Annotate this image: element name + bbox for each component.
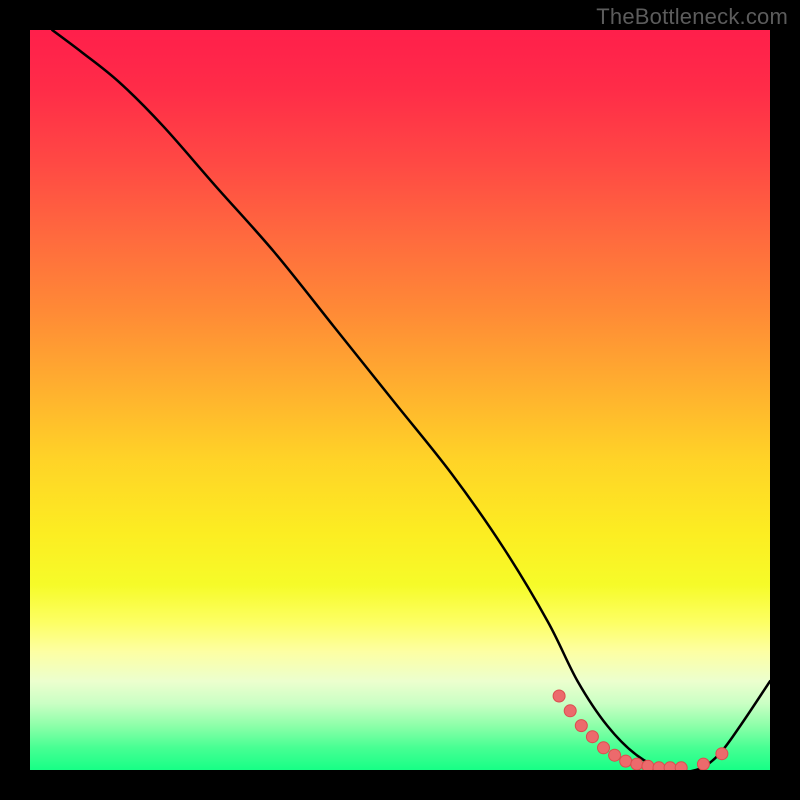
- marker-dot: [609, 749, 621, 761]
- marker-dot: [575, 720, 587, 732]
- marker-dot: [697, 758, 709, 770]
- marker-dot: [553, 690, 565, 702]
- marker-dot: [642, 760, 654, 770]
- marker-dot: [620, 755, 632, 767]
- marker-dot: [716, 748, 728, 760]
- marker-dot: [664, 762, 676, 770]
- marker-dot: [675, 762, 687, 770]
- chart-frame: TheBottleneck.com: [0, 0, 800, 800]
- plot-area: [30, 30, 770, 770]
- marker-dot: [631, 758, 643, 770]
- bottleneck-curve: [52, 30, 770, 770]
- marker-dot: [586, 731, 598, 743]
- marker-dot: [564, 705, 576, 717]
- curve-svg: [30, 30, 770, 770]
- watermark-text: TheBottleneck.com: [596, 4, 788, 30]
- marker-dot: [598, 742, 610, 754]
- marker-dot: [653, 762, 665, 770]
